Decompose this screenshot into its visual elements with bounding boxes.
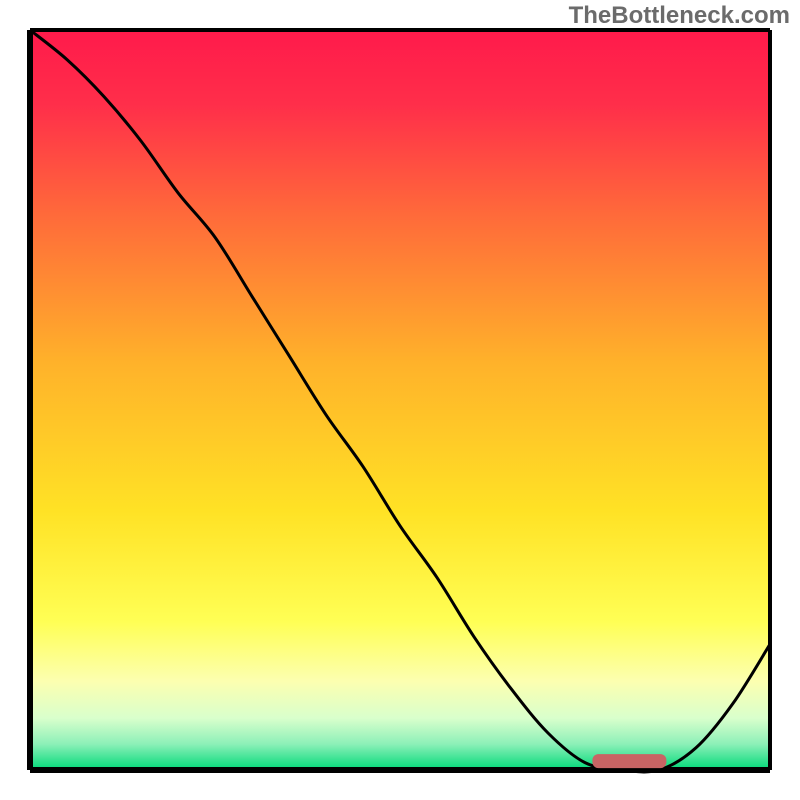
chart-container: TheBottleneck.com [0, 0, 800, 800]
watermark-text: TheBottleneck.com [569, 2, 790, 30]
chart-svg [0, 0, 800, 800]
marker-bar [592, 754, 666, 768]
